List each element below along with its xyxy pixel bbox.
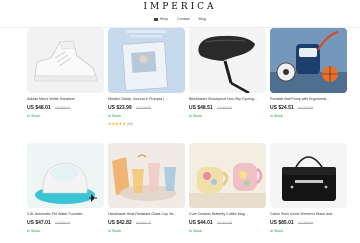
menu-icon (154, 17, 159, 21)
product-title[interactable]: BikeMaster Shockproof Non-Slip Cycling..… (189, 97, 266, 102)
product-image[interactable] (189, 28, 266, 93)
product-title[interactable]: Adidas Men's White Sneakers (27, 97, 104, 102)
product-price: US $85.01 (270, 220, 294, 226)
original-price: US $99.99 (298, 221, 314, 225)
nav-item-blog[interactable]: Blog (199, 17, 206, 21)
original-price: US $54.99 (217, 221, 233, 225)
stock-status: In Stock (270, 114, 283, 118)
product-image[interactable] (108, 143, 185, 208)
rating-stars: ★★★★★ (108, 121, 126, 126)
product-price: US $24.51 (270, 105, 294, 111)
site-header: IMPERICA Shop Contact Blog (0, 0, 360, 28)
original-price: US $56.00 (55, 221, 71, 225)
product-image[interactable] (27, 143, 104, 208)
product-title[interactable]: Mindful Clarity: Journal & Prompts | ... (108, 97, 185, 102)
product-image[interactable] (189, 143, 266, 208)
original-price: US $29.99 (136, 106, 152, 110)
stock-status: In Stock (108, 114, 121, 118)
original-price: US $55.40 (217, 106, 233, 110)
product-title[interactable]: Cute Ceramic Butterfly Coffee Mug... (189, 212, 266, 217)
original-price: US $33.69 (298, 106, 314, 110)
product-price: US $42.82 (108, 220, 132, 226)
main-nav: Shop Contact Blog (0, 17, 360, 21)
product-price: US $48.01 (27, 105, 51, 111)
product-image[interactable] (108, 28, 185, 93)
product-title[interactable]: Handmade Heat-Resistant Glass Cup Se... (108, 212, 185, 217)
review-count: (50) (126, 122, 133, 126)
stock-status: In Stock (108, 229, 121, 233)
product-image[interactable] (27, 28, 104, 93)
stock-status: In Stock (27, 114, 40, 118)
original-price: US $58.00 (55, 106, 71, 110)
star-rating: ★★★★★(50) (108, 121, 185, 127)
product-price: US $47.01 (27, 220, 51, 226)
product-price: US $23.99 (108, 105, 132, 111)
stock-status: In Stock (189, 229, 202, 233)
product-title[interactable]: 2.8L Automatic Pet Water Fountain (27, 212, 104, 217)
product-price: US $44.01 (189, 220, 213, 226)
brand-logo[interactable]: IMPERICA (0, 2, 360, 12)
stock-status: In Stock (270, 229, 283, 233)
nav-label: Blog (198, 17, 206, 21)
stock-status: In Stock (189, 114, 202, 118)
stock-status: In Stock (27, 229, 40, 233)
product-image[interactable] (270, 28, 347, 93)
product-title[interactable]: Portable Ball Pump with Ergonomic... (270, 97, 347, 102)
nav-label: Shop (159, 17, 169, 21)
product-price: US $48.51 (189, 105, 213, 111)
product-title[interactable]: Calvin Klein Iconic Women's Black and... (270, 212, 347, 217)
product-image[interactable] (270, 143, 347, 208)
nav-item-contact[interactable]: Contact (177, 17, 189, 21)
nav-label: Contact (177, 17, 190, 21)
nav-item-shop[interactable]: Shop (154, 17, 168, 21)
original-price: US $51.38 (136, 221, 152, 225)
